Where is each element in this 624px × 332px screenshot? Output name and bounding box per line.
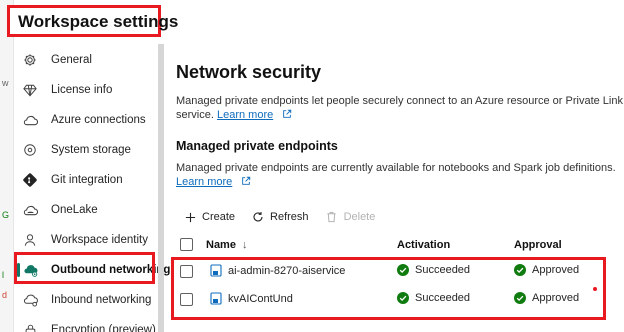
sidebar-item-general[interactable]: General xyxy=(14,45,160,75)
edge-mark: w xyxy=(2,78,9,88)
section-title: Managed private endpoints xyxy=(176,139,338,153)
create-button-label: Create xyxy=(202,211,236,223)
page-title: Network security xyxy=(176,62,322,82)
column-header-activation[interactable]: Activation xyxy=(397,239,450,251)
sidebar-item-system-storage[interactable]: System storage xyxy=(14,135,160,165)
sidebar-item-azure-connections[interactable]: Azure connections xyxy=(14,105,160,135)
sidebar-item-label: OneLake xyxy=(51,204,98,216)
create-button[interactable]: Create xyxy=(184,211,235,223)
onelake-icon xyxy=(22,202,38,218)
delete-button-label: Delete xyxy=(343,211,376,223)
page-description: Managed private endpoints let people sec… xyxy=(176,94,623,109)
lock-icon xyxy=(22,322,38,332)
selected-item-highlight xyxy=(14,252,155,284)
annotation-dot xyxy=(593,287,597,291)
sidebar-item-label: Azure connections xyxy=(51,114,146,126)
background-page-edge: w G l d xyxy=(0,0,14,332)
sidebar-item-inbound-networking[interactable]: Inbound networking xyxy=(14,285,160,315)
section-learn-more-link[interactable]: Learn more xyxy=(176,176,232,188)
sidebar-item-label: Inbound networking xyxy=(51,294,152,306)
delete-button[interactable]: Delete xyxy=(326,211,376,223)
section-description: Managed private endpoints are currently … xyxy=(176,161,616,176)
cloud-icon xyxy=(22,112,38,128)
sidebar-item-license-info[interactable]: License info xyxy=(14,75,160,105)
table-header: Name ↓ Activation Approval xyxy=(176,236,601,256)
sidebar-item-label: License info xyxy=(51,84,113,96)
sidebar-item-encryption[interactable]: Encryption (preview) xyxy=(14,315,160,332)
endpoints-rows-highlight xyxy=(171,257,606,320)
edge-mark: G xyxy=(2,210,10,220)
section-description-text: Managed private endpoints are currently … xyxy=(176,162,616,174)
storage-icon xyxy=(22,142,38,158)
sort-arrow-icon: ↓ xyxy=(241,239,248,251)
diamond-icon xyxy=(22,82,38,98)
open-external-icon[interactable] xyxy=(282,109,292,119)
edge-mark: l xyxy=(2,270,4,280)
select-all-checkbox[interactable] xyxy=(180,238,193,251)
page-description-text-line2: service. xyxy=(176,109,214,121)
panel-title: Workspace settings xyxy=(18,12,179,31)
edge-mark: d xyxy=(2,290,8,300)
git-icon xyxy=(22,172,38,188)
panel-title-highlight: Workspace settings xyxy=(7,5,178,37)
column-header-approval[interactable]: Approval xyxy=(514,239,562,251)
refresh-button[interactable]: Refresh xyxy=(252,211,309,223)
sidebar-item-label: Git integration xyxy=(51,174,123,186)
sidebar-item-label: Workspace identity xyxy=(51,234,148,246)
open-external-icon[interactable] xyxy=(241,176,251,186)
column-header-label: Name xyxy=(206,239,236,251)
endpoints-toolbar: Create Refresh Delete xyxy=(184,208,392,226)
page-description-text: Managed private endpoints let people sec… xyxy=(176,95,623,107)
learn-more-link[interactable]: Learn more xyxy=(217,109,273,121)
settings-sidebar: General License info Azure connections S… xyxy=(14,44,170,332)
sidebar-item-label: System storage xyxy=(51,144,131,156)
sidebar-item-label: General xyxy=(51,54,92,66)
sidebar-item-git-integration[interactable]: Git integration xyxy=(14,165,160,195)
trash-icon xyxy=(326,211,338,223)
sidebar-item-onelake[interactable]: OneLake xyxy=(14,195,160,225)
sidebar-scrollbar[interactable] xyxy=(158,44,164,332)
sidebar-item-workspace-identity[interactable]: Workspace identity xyxy=(14,225,160,255)
section-learn-more-row: Learn more xyxy=(176,175,251,190)
refresh-icon xyxy=(252,211,264,223)
plus-icon xyxy=(184,211,196,223)
refresh-button-label: Refresh xyxy=(270,211,309,223)
page-description-line2: service. Learn more xyxy=(176,108,292,123)
gear-icon xyxy=(22,52,38,68)
inbound-network-icon xyxy=(22,292,38,308)
sidebar-item-label: Encryption (preview) xyxy=(51,324,156,332)
identity-icon xyxy=(22,232,38,248)
column-header-name[interactable]: Name ↓ xyxy=(206,239,247,251)
